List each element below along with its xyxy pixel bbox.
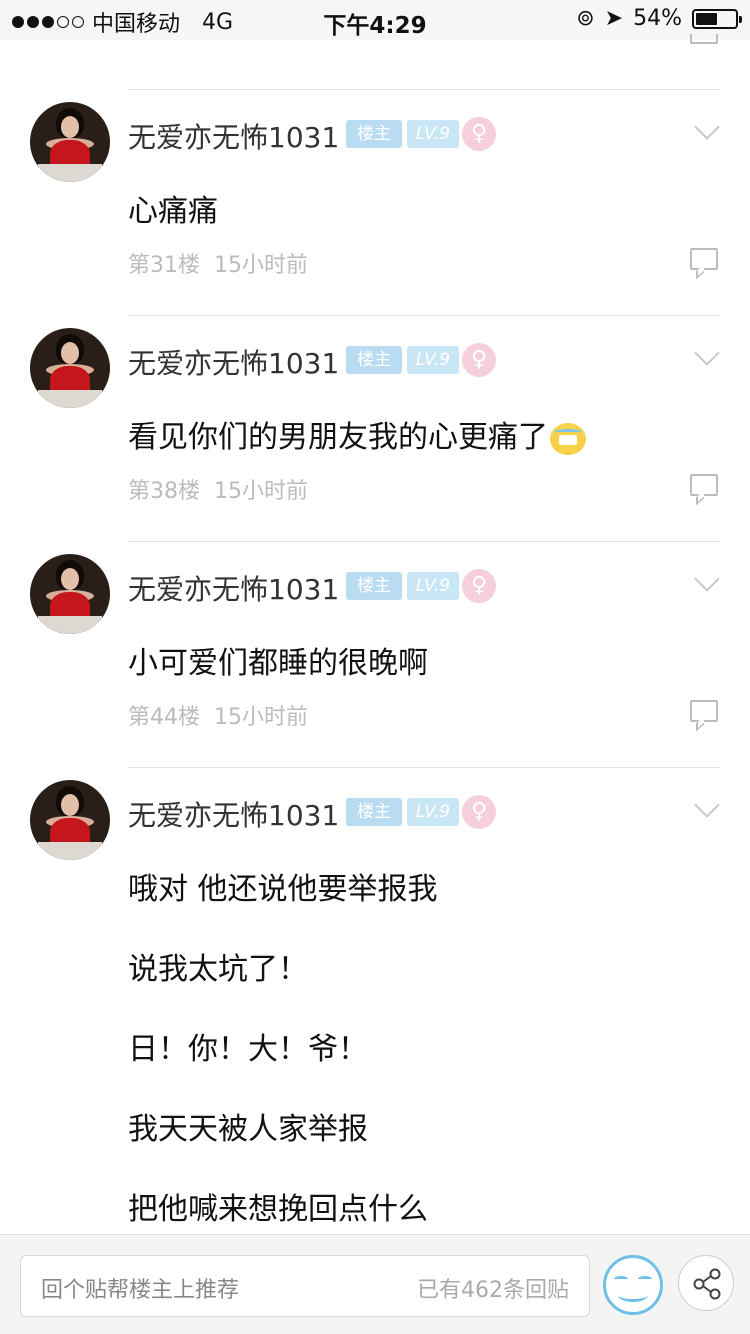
owner-badge: 楼主 xyxy=(346,572,402,600)
post-content-line: 小可爱们都睡的很晚啊 xyxy=(128,646,428,681)
chevron-down-icon[interactable] xyxy=(694,566,720,592)
chevron-down-icon[interactable] xyxy=(694,114,720,140)
post-content-text: 看见你们的男朋友我的心更痛了 xyxy=(128,420,548,455)
floor-number: 第44楼 xyxy=(128,705,200,730)
female-icon: ♀ xyxy=(462,569,496,603)
post-content-line: 把他喊来想挽回点什么 xyxy=(128,1192,428,1227)
location-arrow-icon: ➤ xyxy=(604,6,624,31)
comment-icon[interactable] xyxy=(690,700,718,722)
post-content-line: 说我太坑了！ xyxy=(128,952,308,987)
reply-placeholder: 回个贴帮楼主上推荐 xyxy=(41,1278,240,1303)
username[interactable]: 无爱亦无怖1031 xyxy=(128,794,339,834)
post-divider xyxy=(128,89,720,90)
post-content-line: 看见你们的男朋友我的心更痛了 xyxy=(128,412,586,456)
battery-percent: 54% xyxy=(633,6,682,31)
emoji-mouth xyxy=(618,1288,648,1302)
post-meta: 第44楼 15小时前 xyxy=(128,699,308,731)
avatar[interactable] xyxy=(30,554,110,634)
chevron-down-icon[interactable] xyxy=(694,340,720,366)
post-divider xyxy=(128,541,720,542)
reply-count: 已有462条回贴 xyxy=(417,1278,569,1303)
username[interactable]: 无爱亦无怖1031 xyxy=(128,342,339,382)
reply-bar: 回个贴帮楼主上推荐 已有462条回贴 xyxy=(0,1234,750,1334)
level-badge: LV.9 xyxy=(407,572,459,600)
status-bar: 中国移动 4G 下午4:29 ⊚ ➤ 54% xyxy=(0,0,750,40)
emoji-eye xyxy=(614,1276,628,1282)
rotation-lock-icon: ⊚ xyxy=(576,6,595,31)
level-badge: LV.9 xyxy=(407,120,459,148)
post-meta: 第31楼 15小时前 xyxy=(128,247,308,279)
share-button[interactable] xyxy=(678,1255,734,1311)
emoji-eye xyxy=(638,1276,652,1282)
owner-badge: 楼主 xyxy=(346,798,402,826)
female-icon: ♀ xyxy=(462,343,496,377)
emoji-button[interactable] xyxy=(603,1255,663,1315)
owner-badge: 楼主 xyxy=(346,346,402,374)
status-right: ⊚ ➤ 54% xyxy=(576,6,742,31)
battery-fill xyxy=(696,12,717,25)
post-content-line: 心痛痛 xyxy=(128,194,218,229)
comment-icon[interactable] xyxy=(690,248,718,270)
floor-number: 第31楼 xyxy=(128,253,200,278)
previous-post-reply-icon[interactable] xyxy=(690,34,718,44)
floor-number: 第38楼 xyxy=(128,479,200,504)
reply-input[interactable]: 回个贴帮楼主上推荐 已有462条回贴 xyxy=(20,1255,590,1317)
chevron-down-icon[interactable] xyxy=(694,792,720,818)
post-divider xyxy=(128,767,720,768)
female-icon: ♀ xyxy=(462,117,496,151)
share-icon xyxy=(693,1268,721,1300)
post-content-line: 我天天被人家举报 xyxy=(128,1112,368,1147)
avatar[interactable] xyxy=(30,102,110,182)
post-time: 15小时前 xyxy=(214,253,308,278)
crying-emoji-icon xyxy=(550,422,586,455)
comment-icon[interactable] xyxy=(690,474,718,496)
owner-badge: 楼主 xyxy=(346,120,402,148)
post-content-line: 哦对 他还说他要举报我 xyxy=(128,872,438,907)
level-badge: LV.9 xyxy=(407,798,459,826)
username[interactable]: 无爱亦无怖1031 xyxy=(128,568,339,608)
level-badge: LV.9 xyxy=(407,346,459,374)
female-icon: ♀ xyxy=(462,795,496,829)
post-divider xyxy=(128,315,720,316)
post-time: 15小时前 xyxy=(214,705,308,730)
post-meta: 第38楼 15小时前 xyxy=(128,473,308,505)
battery-icon xyxy=(692,8,742,29)
post-content-line: 日！你！大！爷！ xyxy=(128,1032,368,1067)
username[interactable]: 无爱亦无怖1031 xyxy=(128,116,339,156)
avatar[interactable] xyxy=(30,780,110,860)
post-time: 15小时前 xyxy=(214,479,308,504)
avatar[interactable] xyxy=(30,328,110,408)
